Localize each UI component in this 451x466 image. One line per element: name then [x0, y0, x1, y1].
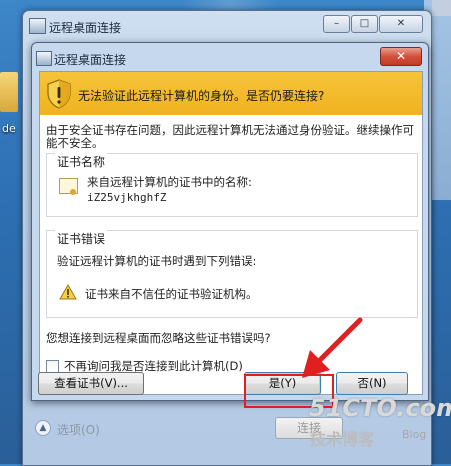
- certificate-icon: [59, 178, 78, 195]
- close-button[interactable]: ✕: [379, 15, 423, 33]
- ignore-prompt: 您想连接到远程桌面而忽略这些证书错误吗?: [46, 331, 271, 345]
- warning-message: 无法验证此远程计算机的身份。是否仍要连接?: [78, 89, 325, 103]
- warning-banner: 无法验证此远程计算机的身份。是否仍要连接?: [40, 72, 422, 115]
- window-controls: – □ ✕: [323, 15, 423, 33]
- watermark-site: 51CTO.com: [309, 394, 451, 422]
- warning-triangle-icon: [59, 284, 77, 300]
- desktop-folder-icon[interactable]: [0, 72, 18, 112]
- watermark-blog: Blog: [402, 428, 427, 441]
- app-icon: [36, 51, 52, 66]
- maximize-button[interactable]: □: [351, 15, 378, 33]
- cert-name-value: iZ25vjkhghfZ: [87, 191, 167, 204]
- intro-text: 由于安全证书存在问题，因此远程计算机无法通过身份验证。继续操作可能不安全。: [46, 123, 414, 150]
- chevron-up-icon[interactable]: ▲: [35, 420, 51, 436]
- group-title: 证书错误: [55, 230, 108, 247]
- warning-shield-icon: [47, 79, 71, 109]
- cert-error-message: 证书来自不信任的证书验证机构。: [85, 287, 258, 301]
- desktop-icon-label: de: [2, 122, 16, 135]
- dialog-title: 远程桌面连接: [54, 53, 127, 67]
- cert-error-group: 证书错误 验证远程计算机的证书时遇到下列错误: 证书来自不信任的证书验证机构。: [46, 230, 418, 318]
- app-icon: [29, 18, 46, 34]
- dialog-titlebar: 远程桌面连接 ✕: [32, 43, 428, 71]
- view-certificate-button[interactable]: 查看证书(V)...: [38, 372, 144, 395]
- minimize-button[interactable]: –: [323, 15, 350, 33]
- annotation-arrow-icon: [302, 317, 363, 378]
- options-toggle[interactable]: 选项(O): [57, 421, 100, 438]
- background-window-strip: [432, 0, 451, 16]
- watermark-tagline: 技术博客: [310, 430, 375, 449]
- certificate-warning-dialog: 远程桌面连接 ✕ 无法验证此远程计算机的身份。是否仍要连接? 由于安全证书存在问…: [31, 42, 429, 401]
- cert-name-label: 来自远程计算机的证书中的名称:: [87, 175, 252, 189]
- group-title: 证书名称: [55, 153, 108, 170]
- dialog-close-button[interactable]: ✕: [380, 47, 422, 66]
- window-title: 远程桌面连接: [49, 21, 122, 35]
- cert-name-group: 证书名称 来自远程计算机的证书中的名称: iZ25vjkhghfZ: [46, 153, 418, 217]
- cert-error-label: 验证远程计算机的证书时遇到下列错误:: [57, 254, 257, 268]
